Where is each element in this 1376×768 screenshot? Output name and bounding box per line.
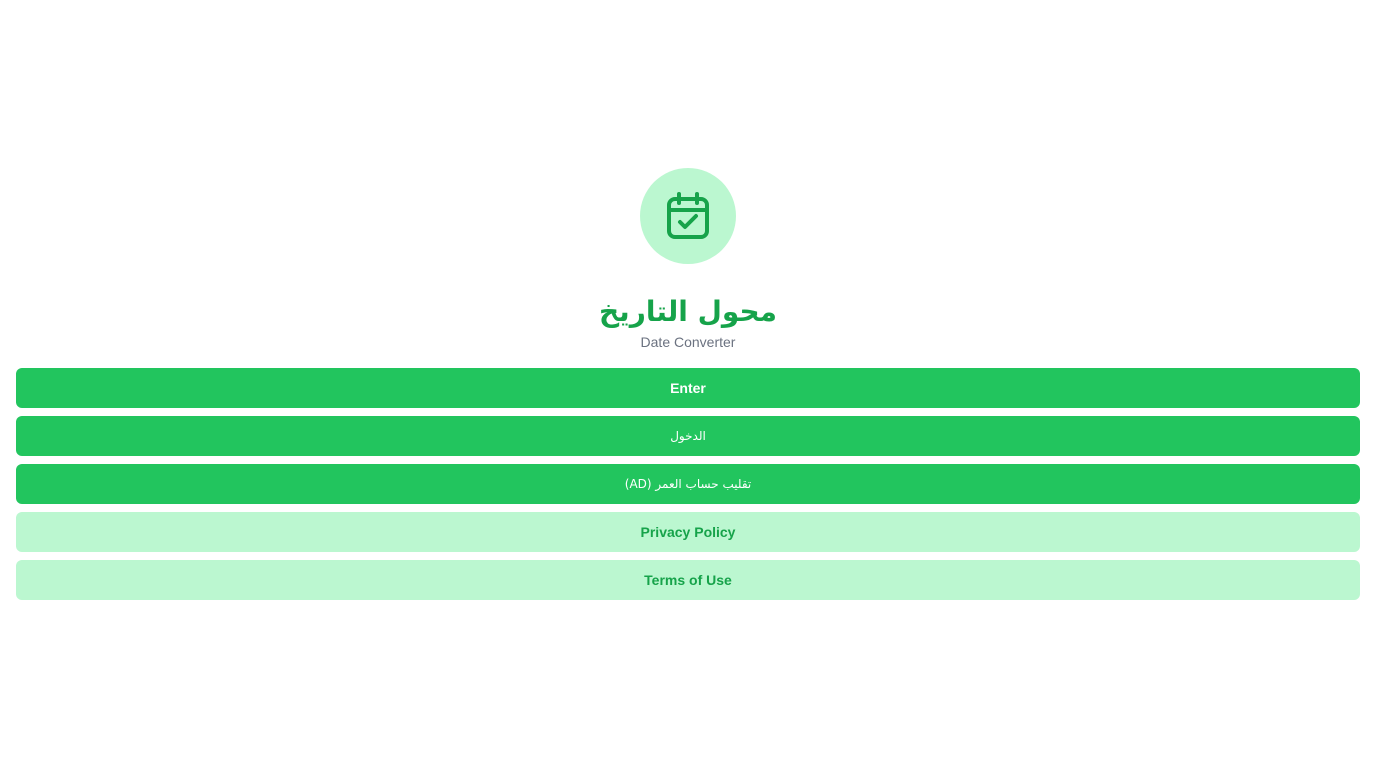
page: محول التاريخ Date Converter Enter الدخول… — [0, 0, 1376, 768]
calendar-check-icon — [667, 192, 709, 239]
login-button[interactable]: الدخول — [16, 416, 1360, 456]
terms-of-use-button[interactable]: Terms of Use — [16, 560, 1360, 600]
app-title: محول التاريخ — [599, 295, 777, 328]
button-list: Enter الدخول تقليب حساب العمر (AD) Priva… — [16, 368, 1360, 600]
privacy-policy-button[interactable]: Privacy Policy — [16, 512, 1360, 552]
enter-button[interactable]: Enter — [16, 368, 1360, 408]
logo-badge — [640, 168, 736, 264]
age-calculator-button[interactable]: تقليب حساب العمر (AD) — [16, 464, 1360, 504]
app-subtitle: Date Converter — [640, 334, 736, 350]
